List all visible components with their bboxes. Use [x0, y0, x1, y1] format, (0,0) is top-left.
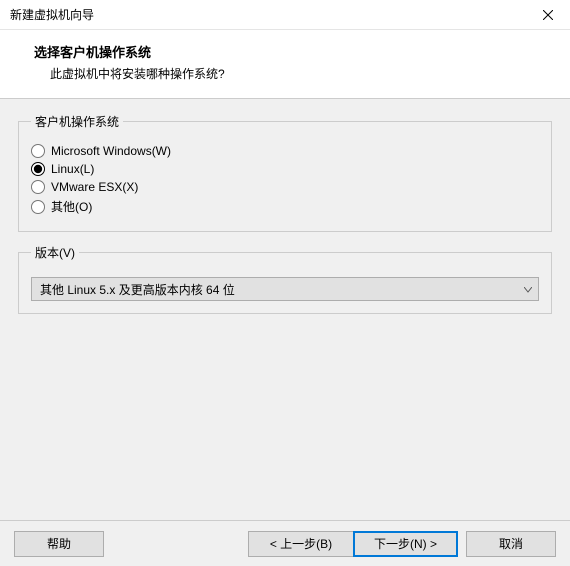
wizard-header: 选择客户机操作系统 此虚拟机中将安装哪种操作系统?	[0, 30, 570, 99]
radio-input-other[interactable]	[31, 200, 45, 214]
next-button[interactable]: 下一步(N) >	[353, 531, 458, 557]
page-title: 选择客户机操作系统	[34, 42, 560, 61]
wizard-footer: 帮助 < 上一步(B) 下一步(N) > 取消	[0, 520, 570, 566]
close-button[interactable]	[525, 0, 570, 30]
page-subtitle: 此虚拟机中将安装哪种操作系统?	[34, 65, 560, 82]
radio-input-vmware-esx[interactable]	[31, 180, 45, 194]
radio-vmware-esx[interactable]: VMware ESX(X)	[31, 180, 539, 194]
nav-button-group: < 上一步(B) 下一步(N) >	[248, 531, 458, 557]
radio-input-windows[interactable]	[31, 144, 45, 158]
radio-label-windows: Microsoft Windows(W)	[51, 144, 171, 158]
guest-os-group: 客户机操作系统 Microsoft Windows(W) Linux(L) VM…	[18, 113, 552, 232]
version-dropdown[interactable]: 其他 Linux 5.x 及更高版本内核 64 位	[31, 277, 539, 301]
radio-other[interactable]: 其他(O)	[31, 198, 539, 215]
radio-label-other: 其他(O)	[51, 198, 92, 215]
guest-os-legend: 客户机操作系统	[31, 113, 123, 130]
titlebar: 新建虚拟机向导	[0, 0, 570, 30]
version-group: 版本(V) 其他 Linux 5.x 及更高版本内核 64 位	[18, 244, 552, 314]
radio-input-linux[interactable]	[31, 162, 45, 176]
window-title: 新建虚拟机向导	[10, 6, 94, 23]
back-button[interactable]: < 上一步(B)	[248, 531, 353, 557]
help-button[interactable]: 帮助	[14, 531, 104, 557]
radio-linux[interactable]: Linux(L)	[31, 162, 539, 176]
wizard-content: 客户机操作系统 Microsoft Windows(W) Linux(L) VM…	[0, 99, 570, 520]
radio-label-vmware-esx: VMware ESX(X)	[51, 180, 138, 194]
cancel-button[interactable]: 取消	[466, 531, 556, 557]
chevron-down-icon	[524, 282, 532, 296]
version-legend: 版本(V)	[31, 244, 79, 261]
radio-label-linux: Linux(L)	[51, 162, 94, 176]
version-selected: 其他 Linux 5.x 及更高版本内核 64 位	[40, 281, 235, 298]
radio-windows[interactable]: Microsoft Windows(W)	[31, 144, 539, 158]
close-icon	[543, 10, 553, 20]
